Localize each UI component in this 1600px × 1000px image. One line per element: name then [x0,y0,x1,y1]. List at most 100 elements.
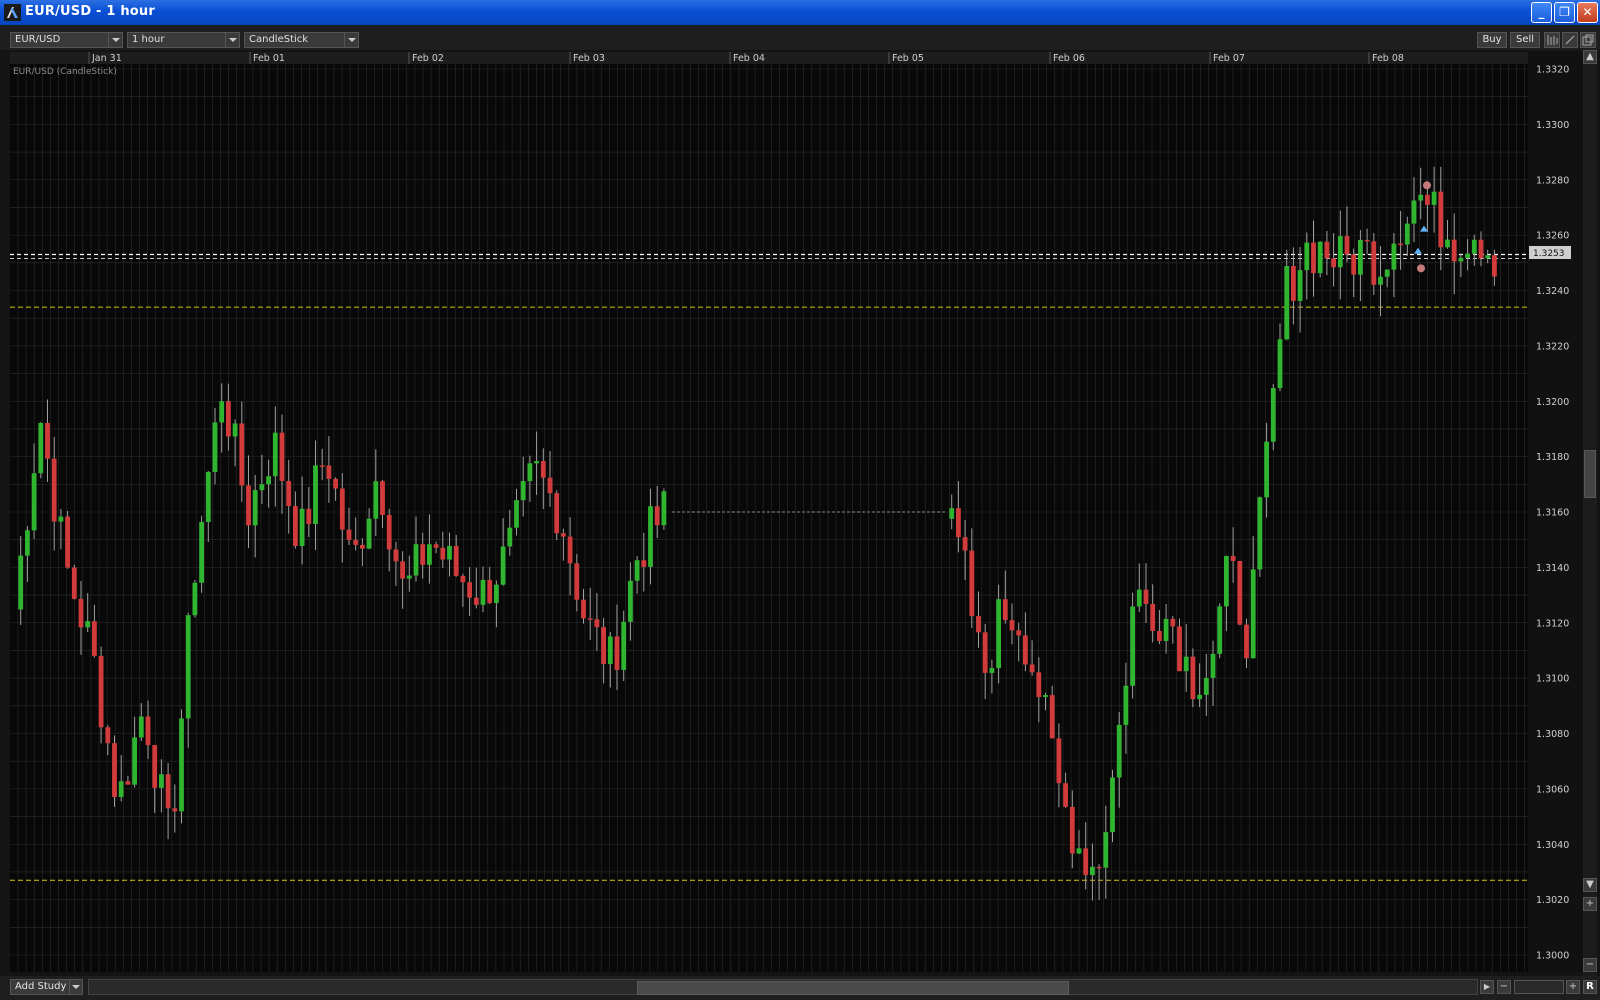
restore-button[interactable]: ❐ [1554,2,1575,23]
chevron-down-icon[interactable] [225,33,239,47]
candle-down [246,485,251,526]
minimize-button[interactable]: _ [1531,2,1552,23]
candle-down [594,619,600,628]
price-label: 1.3140 [1536,563,1569,574]
candle-up [648,506,653,567]
candle-up [514,500,519,528]
horizontal-scroll-thumb[interactable] [637,981,1069,995]
horizontal-scrollbar[interactable] [88,979,1478,995]
interval-select[interactable]: 1 hour [127,32,240,48]
bar-style-icon[interactable] [1544,32,1560,48]
candle-up [232,423,238,437]
candle-up [132,737,137,785]
candle-down [1029,664,1035,673]
zoom-slider[interactable] [1514,980,1564,994]
candle-up [185,615,191,719]
candle-down [1023,635,1028,665]
candle-down [654,506,660,526]
candle-down [360,544,365,549]
price-label: 1.3240 [1536,286,1569,297]
buy-button[interactable]: Buy [1477,32,1507,48]
price-label: 1.3280 [1536,175,1569,186]
chevron-down-icon[interactable] [69,980,82,994]
candle-down [561,533,566,537]
sell-button[interactable]: Sell [1510,32,1540,48]
reset-zoom-button[interactable]: R [1583,980,1597,994]
candle-up [1257,497,1263,570]
candle-down [962,537,968,551]
candle-down [1331,258,1336,268]
candle-up [1217,606,1223,654]
chevron-down-icon[interactable] [344,33,358,47]
close-button[interactable]: ✕ [1577,2,1598,23]
window-titlebar[interactable]: EUR/USD - 1 hour _ ❐ ✕ [0,0,1600,25]
vertical-scrollbar[interactable] [1583,64,1597,976]
candle-down [386,514,392,550]
candle-down [567,536,573,564]
candle-up [1297,270,1303,301]
chart-type-select[interactable]: CandleStick [244,32,359,48]
candle-down [547,477,553,494]
candle-down [172,808,178,812]
price-chart[interactable]: Jan 31 Feb 01 Feb 02 Feb 03 Feb 04 Feb 05 Feb … [0,50,1600,976]
candle-up [1378,276,1383,285]
candle-up [313,465,318,525]
candle-down [306,508,312,525]
candle-up [219,401,225,423]
candle-up [1471,239,1477,254]
chart-toolbar [0,25,1600,50]
add-study-button[interactable]: Add Study [10,979,83,995]
zoom-out-button[interactable]: − [1497,980,1511,994]
symbol-select[interactable]: EUR/USD [10,32,123,48]
candle-down [587,618,593,620]
price-label: 1.3000 [1536,951,1569,962]
candle-up [989,668,995,673]
candle-down [1009,620,1015,631]
candle-up [634,560,640,581]
candle-up [18,555,24,610]
candle-down [105,727,111,744]
candle-up [1337,236,1343,268]
chevron-down-icon[interactable] [108,33,122,47]
current-price-tag: 1.3253 [1529,246,1571,259]
vertical-zoom-out-icon[interactable]: − [1583,958,1597,972]
candle-up [480,579,486,605]
candle-up [447,545,452,560]
draw-line-icon[interactable] [1562,32,1578,48]
date-label: Feb 02 [412,53,444,64]
candle-up [373,481,379,519]
vertical-zoom-in-icon[interactable]: + [1583,897,1597,911]
series-label: EUR/USD (CandleStick) [13,67,117,77]
candle-up [1485,255,1491,259]
candle-up [406,575,412,579]
zoom-in-button[interactable]: + [1566,980,1580,994]
candle-down [92,621,97,656]
scroll-up-icon[interactable]: ▲ [1583,50,1597,64]
scroll-down-icon[interactable]: ▼ [1583,878,1597,892]
vertical-scroll-thumb[interactable] [1584,450,1596,498]
candle-down [1425,194,1430,205]
candle-down [226,401,231,437]
date-label: Feb 03 [573,53,605,64]
price-label: 1.3220 [1536,341,1569,352]
candle-up [1103,832,1109,868]
candle-down [353,539,359,545]
scroll-right-icon[interactable]: ▶ [1480,980,1494,994]
candle-down [145,716,151,746]
detach-window-icon[interactable] [1580,32,1596,48]
candle-up [259,484,265,491]
candle-up [527,463,533,482]
candle-up [1224,556,1229,607]
candle-up [1123,685,1129,725]
candle-up [272,432,278,477]
candle-down [65,516,70,568]
candle-up [212,422,218,472]
candle-up [1203,677,1209,695]
price-label: 1.3200 [1536,397,1569,408]
plot-area[interactable] [10,64,1528,972]
price-label: 1.3320 [1536,65,1569,76]
candle-down [433,544,439,548]
date-label: Feb 06 [1053,53,1085,64]
candle-up [1358,239,1363,275]
candle-down [112,743,117,797]
